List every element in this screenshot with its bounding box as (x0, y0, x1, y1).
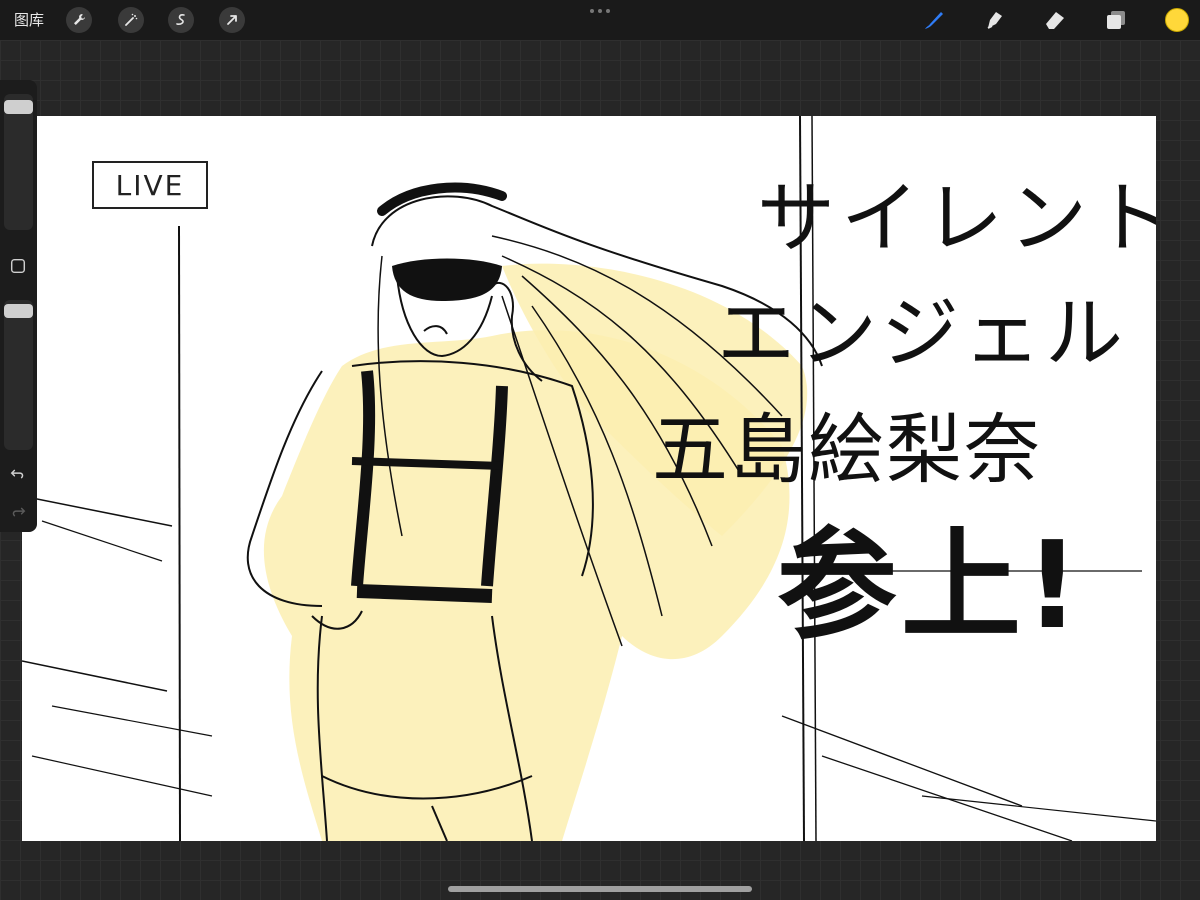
title-line-2: エンジェル (717, 289, 1128, 379)
selection-icon[interactable] (168, 7, 194, 33)
title-line-1: サイレント (757, 174, 1156, 264)
color-picker-swatch[interactable] (1165, 8, 1189, 32)
square-modify-icon[interactable] (8, 256, 28, 276)
window-grabber-icon[interactable] (588, 8, 612, 14)
wrench-icon[interactable] (66, 7, 92, 33)
live-sign: LIVE (92, 161, 208, 209)
opacity-slider[interactable] (4, 300, 33, 450)
gallery-button[interactable]: 图库 (14, 10, 44, 30)
brush-icon[interactable] (919, 6, 947, 34)
brush-size-slider-thumb[interactable] (4, 100, 33, 114)
brush-size-slider[interactable] (4, 94, 33, 230)
transform-arrow-icon[interactable] (219, 7, 245, 33)
home-indicator[interactable] (448, 886, 752, 892)
title-line-4: 参上! (777, 517, 1084, 656)
eraser-icon[interactable] (1041, 6, 1069, 34)
top-toolbar: 图库 (0, 0, 1200, 40)
smudge-icon[interactable] (980, 6, 1008, 34)
live-sign-text: LIVE (115, 168, 185, 202)
magic-wand-icon[interactable] (118, 7, 144, 33)
title-line-3: 五島絵梨奈 (652, 405, 1042, 494)
layers-icon[interactable] (1102, 6, 1130, 34)
undo-icon[interactable] (8, 464, 28, 484)
left-sidebar (0, 80, 37, 532)
drawing-canvas[interactable]: LIVE サイレント エンジェル 五島絵梨奈 参上! (22, 116, 1156, 841)
redo-icon[interactable] (8, 502, 28, 522)
opacity-slider-thumb[interactable] (4, 304, 33, 318)
